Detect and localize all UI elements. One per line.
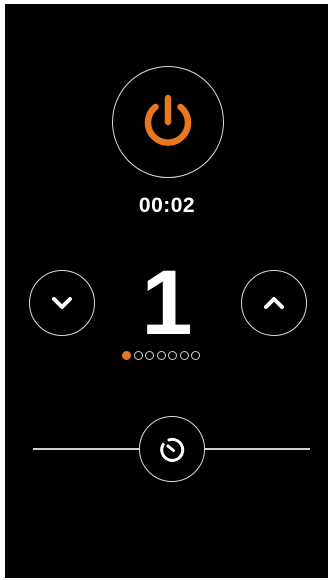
chevron-up-icon	[261, 290, 287, 316]
level-dot	[179, 350, 189, 360]
level-dot	[168, 350, 177, 360]
level-dot	[145, 350, 154, 360]
level-dot	[156, 350, 166, 360]
level-indicator	[122, 349, 200, 361]
timer-display: 00:02	[138, 194, 196, 217]
power-button[interactable]	[112, 66, 224, 178]
level-dot	[133, 350, 143, 360]
timer-track-right	[205, 448, 310, 450]
stopwatch-icon	[157, 434, 187, 464]
power-icon	[135, 89, 201, 155]
timer-slider-knob[interactable]	[139, 416, 205, 482]
level-down-button[interactable]	[29, 270, 95, 336]
level-dot	[122, 350, 131, 360]
level-up-button[interactable]	[241, 270, 307, 336]
chevron-down-icon	[49, 290, 75, 316]
timer-track-left	[33, 448, 139, 450]
level-value: 1	[141, 252, 193, 354]
level-dot	[191, 350, 200, 360]
